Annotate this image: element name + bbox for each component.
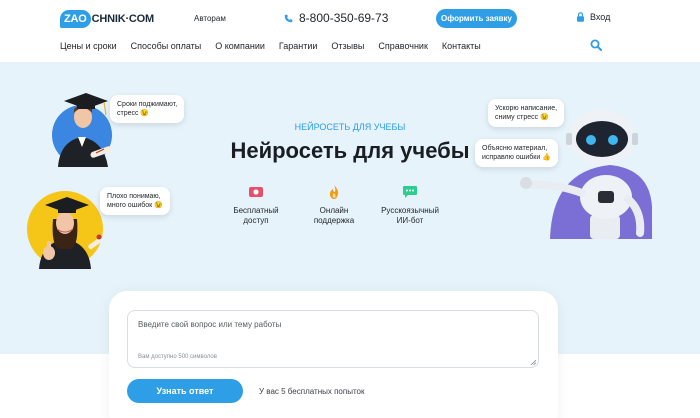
login-label: Вход [590,12,611,22]
feature-line: Бесплатный [233,206,279,215]
question-input[interactable]: Введите свой вопрос или тему работы Вам … [127,310,539,368]
speech-bubble-mistakes: Плохо понимаю, много ошибок 😉 [100,187,170,215]
flame-icon [329,185,339,199]
phone-number: 8-800-350-69-73 [299,11,389,25]
feature-line: ИИ-бот [396,216,424,225]
logo-badge: ZAO [60,10,91,28]
nav-reviews[interactable]: Отзывы [331,41,364,51]
get-answer-button[interactable]: Узнать ответ [127,379,243,403]
bubble-line: Ускорю написание, [495,105,558,112]
nav-payment[interactable]: Способы оплаты [131,41,202,51]
bubble-line: Плохо понимаю, [107,193,161,200]
feature-line: Онлайн [319,206,349,215]
bubble-line: исправлю ошибки 👍 [482,154,551,161]
bubble-line: сниму стресс 😉 [495,114,549,121]
logo-text: CHNIK·COM [91,13,155,25]
phone-icon [284,14,293,22]
speech-bubble-speed: Ускорю написание, сниму стресс 😉 [488,99,565,127]
bubble-line: Сроки поджимают, [117,101,178,108]
bubble-line: стресс 😉 [117,110,150,117]
feature-free-access: Бесплатный доступ [216,184,296,226]
authors-link[interactable]: Авторам [194,14,226,23]
login-link[interactable]: Вход [576,12,610,22]
feature-line: доступ [243,216,269,225]
order-button[interactable]: Оформить заявку [436,9,517,28]
nav-about[interactable]: О компании [215,41,265,51]
nav-contacts[interactable]: Контакты [442,41,481,51]
feature-russian-bot: Русскоязычный ИИ-бот [370,184,450,226]
feature-line: поддержка [313,216,355,225]
lock-icon [577,12,584,22]
speech-bubble-deadline: Сроки поджимают, стресс 😉 [110,95,185,123]
bubble-line: Объясню материал, [482,145,548,152]
question-placeholder: Введите свой вопрос или тему работы [138,320,282,329]
bubble-line: много ошибок 😉 [107,202,163,209]
chat-icon [403,186,417,198]
resize-handle-icon[interactable] [530,359,536,365]
search-icon[interactable] [590,39,602,51]
site-header: ZAO CHNIK·COM Авторам 8-800-350-69-73 Оф… [0,0,700,62]
question-form-card: Введите свой вопрос или тему работы Вам … [109,291,558,418]
nav-guarantees[interactable]: Гарантии [279,41,318,51]
attempts-text: У вас 5 бесплатных попыток [259,387,365,396]
nav-reference[interactable]: Справочник [378,41,428,51]
feature-online-support: Онлайн поддержка [294,184,374,226]
ticket-icon [249,187,263,197]
speech-bubble-explain: Объясню материал, исправлю ошибки 👍 [475,139,558,167]
phone-link[interactable]: 8-800-350-69-73 [284,11,388,25]
char-counter: Вам доступно 500 символов [138,354,217,360]
nav-prices[interactable]: Цены и сроки [60,41,117,51]
feature-line: Русскоязычный [381,206,439,215]
logo[interactable]: ZAO CHNIK·COM [60,10,154,28]
main-nav: Цены и сроки Способы оплаты О компании Г… [60,41,495,51]
